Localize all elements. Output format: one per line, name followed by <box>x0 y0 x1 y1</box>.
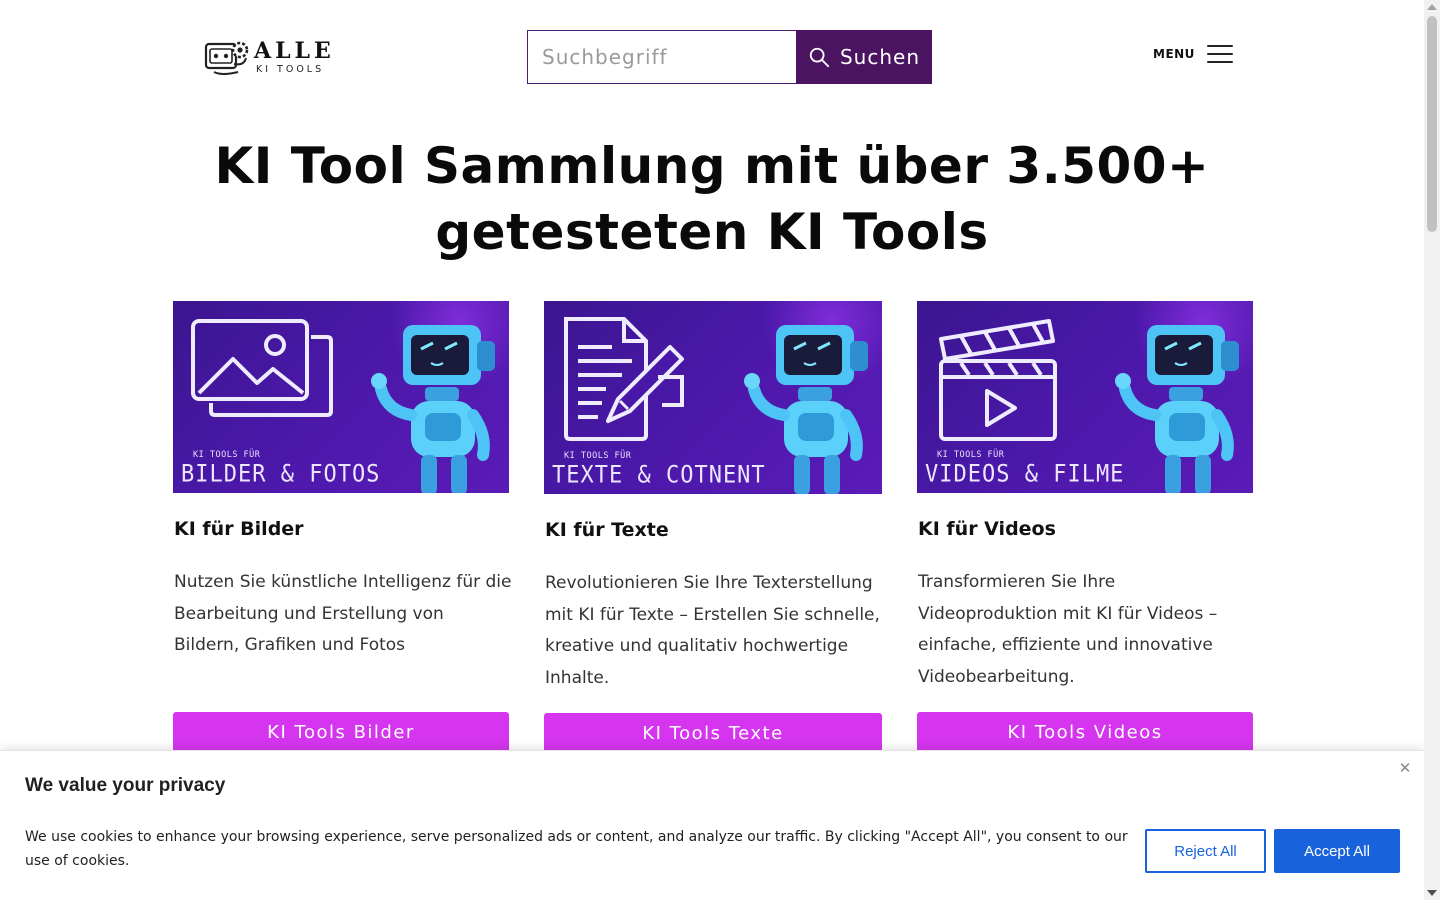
logo-text: ALLE KI TOOLS <box>254 40 335 75</box>
card-banner-big-text: TEXTE & COTNENT <box>552 461 766 490</box>
site-header: ALLE KI TOOLS Suchen MENU <box>0 0 1424 110</box>
reject-all-button[interactable]: Reject All <box>1145 829 1266 873</box>
search-button-label: Suchen <box>839 45 921 69</box>
ki-tools-bilder-button[interactable]: KI Tools Bilder <box>173 712 509 752</box>
card-description: Revolutionieren Sie Ihre Texterstellung … <box>545 573 880 688</box>
category-card-videos: KI TOOLS FÜR VIDEOS & FILME KI für Video… <box>917 301 1253 752</box>
search-input[interactable] <box>527 30 796 84</box>
search-icon <box>809 47 830 68</box>
document-pen-icon <box>564 317 684 441</box>
card-banner-texte[interactable]: KI TOOLS FÜR TEXTE & COTNENT <box>544 301 882 494</box>
accept-all-button[interactable]: Accept All <box>1274 829 1400 873</box>
logo-subtitle: KI TOOLS <box>256 63 325 75</box>
page-title-line-2: getesteten KI Tools <box>435 203 989 261</box>
page-title-line-1: KI Tool Sammlung mit über 3.500+ <box>214 137 1210 195</box>
cookie-consent-banner: We value your privacy ✕ We use cookies t… <box>0 750 1424 900</box>
menu-label: MENU <box>1153 47 1195 61</box>
card-banner-small-text: KI TOOLS FÜR <box>193 450 261 460</box>
logo-title: ALLE <box>254 37 335 64</box>
category-card-texte: KI TOOLS FÜR TEXTE & COTNENT KI für Text… <box>544 301 882 753</box>
robot-illustration-icon <box>371 325 495 493</box>
card-title[interactable]: KI für Bilder <box>174 518 304 540</box>
card-banner-big-text: VIDEOS & FILME <box>925 460 1125 489</box>
ki-tools-videos-button[interactable]: KI Tools Videos <box>917 712 1253 752</box>
robot-illustration-icon <box>744 325 868 494</box>
cookie-title: We value your privacy <box>25 775 226 796</box>
image-icon <box>191 319 333 417</box>
scroll-down-arrow-icon[interactable] <box>1427 890 1437 896</box>
card-title[interactable]: KI für Videos <box>918 518 1056 540</box>
card-title[interactable]: KI für Texte <box>545 519 669 541</box>
menu-toggle[interactable]: MENU <box>1153 45 1233 63</box>
robot-illustration-icon <box>1115 325 1239 493</box>
category-card-bilder: KI TOOLS FÜR BILDER & FOTOS KI für Bilde… <box>173 301 511 752</box>
card-description: Nutzen Sie künstliche Intelligenz für di… <box>174 572 512 655</box>
robot-gear-logo-icon <box>204 41 249 75</box>
card-banner-big-text: BILDER & FOTOS <box>181 460 381 489</box>
ki-tools-texte-button[interactable]: KI Tools Texte <box>544 713 882 753</box>
site-logo[interactable]: ALLE KI TOOLS <box>204 36 336 78</box>
page-scrollbar[interactable] <box>1424 0 1440 900</box>
clapperboard-icon <box>939 319 1057 441</box>
search-form: Suchen <box>527 30 932 84</box>
hamburger-icon <box>1206 45 1233 63</box>
card-banner-small-text: KI TOOLS FÜR <box>937 450 1005 460</box>
cookie-description: We use cookies to enhance your browsing … <box>25 829 1128 869</box>
search-button[interactable]: Suchen <box>796 30 932 84</box>
scroll-up-arrow-icon[interactable] <box>1427 4 1437 10</box>
scrollbar-thumb[interactable] <box>1427 16 1437 232</box>
card-description: Transformieren Sie Ihre Videoproduktion … <box>918 572 1218 687</box>
card-banner-bilder[interactable]: KI TOOLS FÜR BILDER & FOTOS <box>173 301 509 493</box>
close-icon[interactable]: ✕ <box>1396 759 1414 777</box>
page-title: KI Tool Sammlung mit über 3.500+ geteste… <box>160 133 1264 265</box>
card-banner-small-text: KI TOOLS FÜR <box>564 451 632 461</box>
card-banner-videos[interactable]: KI TOOLS FÜR VIDEOS & FILME <box>917 301 1253 493</box>
